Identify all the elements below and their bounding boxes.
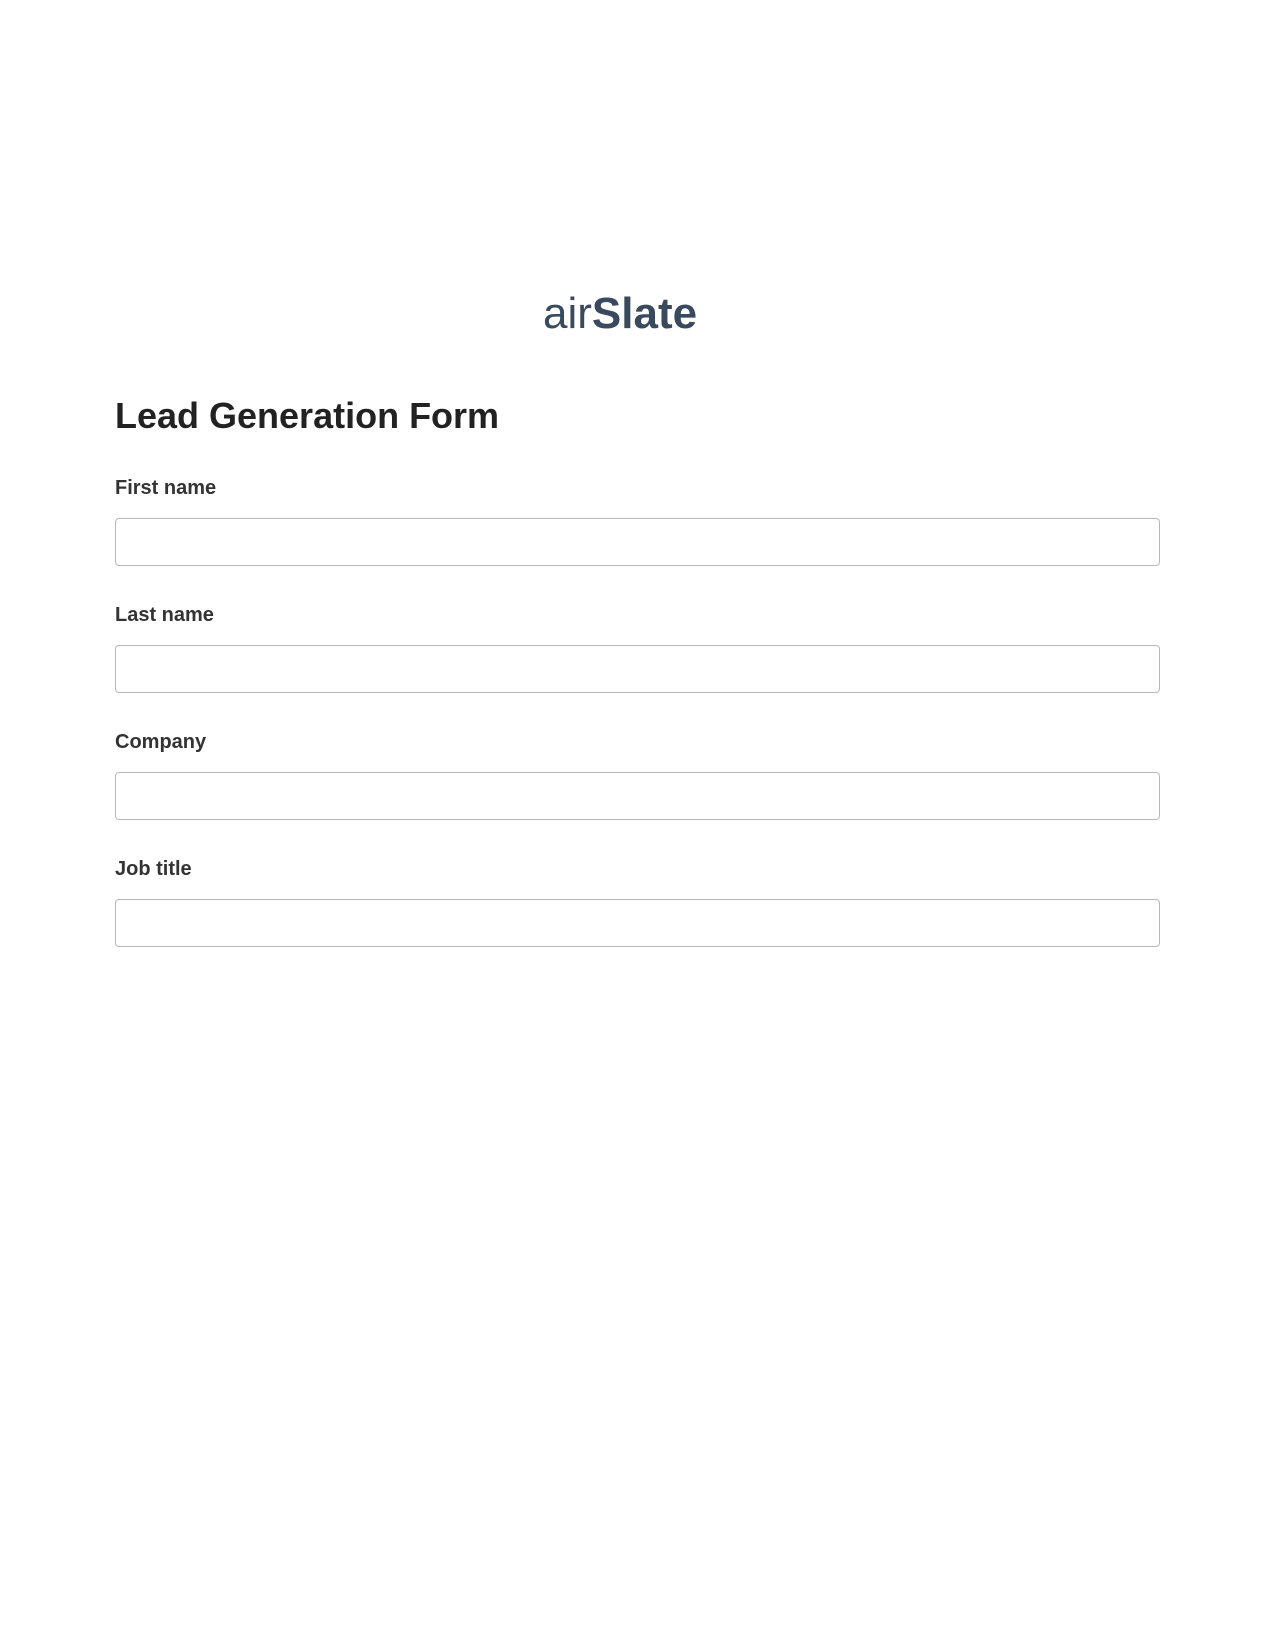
field-last-name-group: Last name xyxy=(115,604,1160,693)
job-title-input[interactable] xyxy=(115,899,1160,947)
form-title: Lead Generation Form xyxy=(115,395,1160,437)
logo-container: airSlate xyxy=(115,290,1160,345)
job-title-label: Job title xyxy=(115,858,1160,881)
first-name-input[interactable] xyxy=(115,518,1160,566)
svg-text:airSlate: airSlate xyxy=(543,290,697,338)
airslate-logo-icon: airSlate xyxy=(543,290,733,340)
company-input[interactable] xyxy=(115,772,1160,820)
company-label: Company xyxy=(115,731,1160,754)
first-name-label: First name xyxy=(115,477,1160,500)
logo-part-slate: Slate xyxy=(591,290,696,338)
page: airSlate Lead Generation Form First name… xyxy=(0,0,1275,947)
field-job-title-group: Job title xyxy=(115,858,1160,947)
logo-part-air: air xyxy=(543,290,592,338)
field-first-name-group: First name xyxy=(115,477,1160,566)
field-company-group: Company xyxy=(115,731,1160,820)
airslate-logo: airSlate xyxy=(543,290,733,345)
last-name-input[interactable] xyxy=(115,645,1160,693)
last-name-label: Last name xyxy=(115,604,1160,627)
